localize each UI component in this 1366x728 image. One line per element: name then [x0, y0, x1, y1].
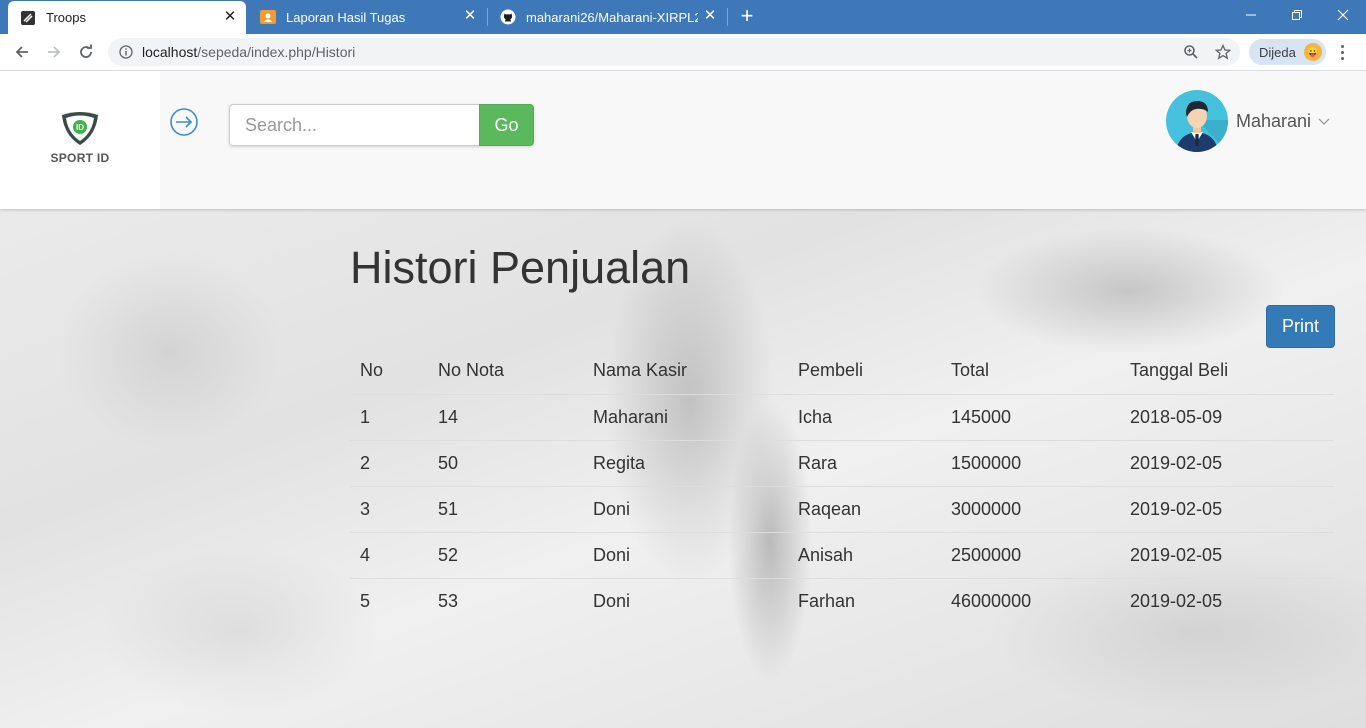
sport-id-shield-icon: ID — [62, 112, 98, 145]
column-header: Total — [941, 347, 1120, 395]
browser-toolbar: localhost/sepeda/index.php/Histori Dijed… — [0, 34, 1366, 71]
cell-total: 3000000 — [941, 485, 1120, 532]
cell-tanggal-beli: 2019-02-05 — [1120, 577, 1334, 624]
sales-history-table: No No Nota Nama Kasir Pembeli Total Tang… — [350, 347, 1334, 624]
cell-total: 145000 — [951, 406, 1012, 427]
info-icon[interactable] — [118, 44, 134, 60]
url-host: localhost — [142, 44, 198, 60]
cell-no-nota: 52 — [428, 531, 583, 578]
tab-title: Troops — [46, 10, 86, 25]
table-row: 5 53 Doni Farhan 46000000 2019-02-05 — [350, 577, 1334, 624]
cell-no: 3 — [350, 485, 428, 532]
profile-avatar-icon: 😛 — [1303, 43, 1322, 61]
tab-troops[interactable]: Troops ✕ — [8, 1, 246, 34]
tab-close-icon[interactable]: ✕ — [462, 8, 478, 24]
search-input[interactable] — [229, 104, 479, 146]
troops-favicon-icon — [20, 10, 36, 26]
bookmark-star-icon[interactable] — [1211, 40, 1235, 64]
column-header: No — [350, 347, 428, 395]
logo[interactable]: ID SPORT ID — [0, 71, 160, 209]
cell-total: 1500000 — [941, 439, 1120, 486]
browser-menu-icon[interactable] — [1334, 40, 1350, 64]
cell-no: 2 — [350, 439, 428, 486]
cell-no: 4 — [350, 531, 428, 578]
logo-text: SPORT ID — [50, 151, 110, 165]
go-button[interactable]: Go — [479, 104, 534, 146]
page-content: ID SPORT ID Go — [0, 71, 1366, 728]
browser-tabstrip: Troops ✕ Laporan Hasil Tugas ✕ maharani2… — [0, 0, 1366, 34]
column-header: No Nota — [428, 347, 583, 395]
column-header: Pembeli — [788, 347, 941, 395]
app-header: ID SPORT ID Go — [0, 71, 1366, 209]
print-button[interactable]: Print — [1266, 305, 1335, 348]
table-row: 4 52 Doni Anisah 2500000 2019-02-05 — [350, 531, 1334, 578]
profile-name: Dijeda — [1259, 44, 1296, 60]
page-title: Histori Penjualan — [350, 242, 691, 293]
classroom-favicon-icon — [260, 9, 276, 25]
table-header-row: No No Nota Nama Kasir Pembeli Total Tang… — [350, 347, 1334, 395]
tab-separator — [727, 8, 728, 26]
column-header: Nama Kasir — [583, 347, 788, 395]
user-name: Maharani — [1236, 110, 1312, 131]
back-icon[interactable] — [10, 41, 34, 63]
tab-close-icon[interactable]: ✕ — [702, 8, 718, 24]
cell-nama-kasir: Doni — [583, 485, 788, 532]
github-favicon-icon — [500, 9, 516, 25]
cell-no-nota: 53 — [428, 577, 583, 624]
cell-no: 1 — [360, 406, 371, 427]
cell-tanggal-beli: 2019-02-05 — [1120, 531, 1334, 578]
cell-pembeli: Farhan — [788, 577, 941, 624]
cell-pembeli: Anisah — [788, 531, 941, 578]
cell-no-nota: 50 — [428, 439, 583, 486]
table-row: 3 51 Doni Raqean 3000000 2019-02-05 — [350, 485, 1334, 532]
tab-github[interactable]: maharani26/Maharani-XIRPL2-22 ✕ — [488, 0, 726, 34]
cell-pembeli: Rara — [788, 439, 941, 486]
cell-nama-kasir: Maharani — [593, 406, 669, 427]
cell-tanggal-beli: 2019-02-05 — [1120, 485, 1334, 532]
cell-pembeli: Icha — [798, 406, 833, 427]
tab-title: Laporan Hasil Tugas — [286, 9, 406, 25]
address-bar[interactable]: localhost/sepeda/index.php/Histori — [108, 38, 1240, 66]
cell-no-nota: 14 — [438, 406, 459, 427]
cell-tanggal-beli: 2018-05-09 — [1130, 406, 1223, 427]
profile-button[interactable]: Dijeda 😛 — [1249, 39, 1326, 65]
zoom-icon[interactable] — [1179, 40, 1203, 64]
new-tab-icon[interactable]: + — [736, 5, 758, 28]
search-form: Go — [229, 104, 534, 146]
cell-nama-kasir: Doni — [583, 531, 788, 578]
cell-total: 2500000 — [941, 531, 1120, 578]
svg-text:ID: ID — [76, 123, 84, 132]
table-row: 1 14 Maharani Icha 145000 2018-05-09 — [350, 394, 1334, 440]
restore-icon[interactable] — [1274, 0, 1320, 30]
tab-close-icon[interactable]: ✕ — [222, 9, 238, 25]
minimize-icon[interactable] — [1228, 0, 1274, 30]
close-window-icon[interactable] — [1320, 0, 1366, 30]
cell-tanggal-beli: 2019-02-05 — [1120, 439, 1334, 486]
cell-pembeli: Raqean — [788, 485, 941, 532]
url-path: /sepeda/index.php/Histori — [197, 44, 356, 60]
cell-no: 5 — [350, 577, 428, 624]
cell-nama-kasir: Regita — [583, 439, 788, 486]
table-row: 2 50 Regita Rara 1500000 2019-02-05 — [350, 439, 1334, 486]
tab-laporan[interactable]: Laporan Hasil Tugas ✕ — [248, 0, 486, 34]
user-menu[interactable]: Maharani — [1166, 90, 1331, 152]
cell-nama-kasir: Doni — [583, 577, 788, 624]
user-avatar — [1166, 90, 1228, 152]
column-header: Tanggal Beli — [1120, 347, 1334, 395]
sidebar-toggle-icon[interactable] — [169, 107, 199, 137]
forward-icon[interactable] — [42, 41, 66, 63]
cell-no-nota: 51 — [428, 485, 583, 532]
cell-total: 46000000 — [941, 577, 1120, 624]
reload-icon[interactable] — [74, 41, 98, 63]
tab-title: maharani26/Maharani-XIRPL2-22 — [526, 9, 698, 25]
chevron-down-icon — [1318, 118, 1330, 125]
